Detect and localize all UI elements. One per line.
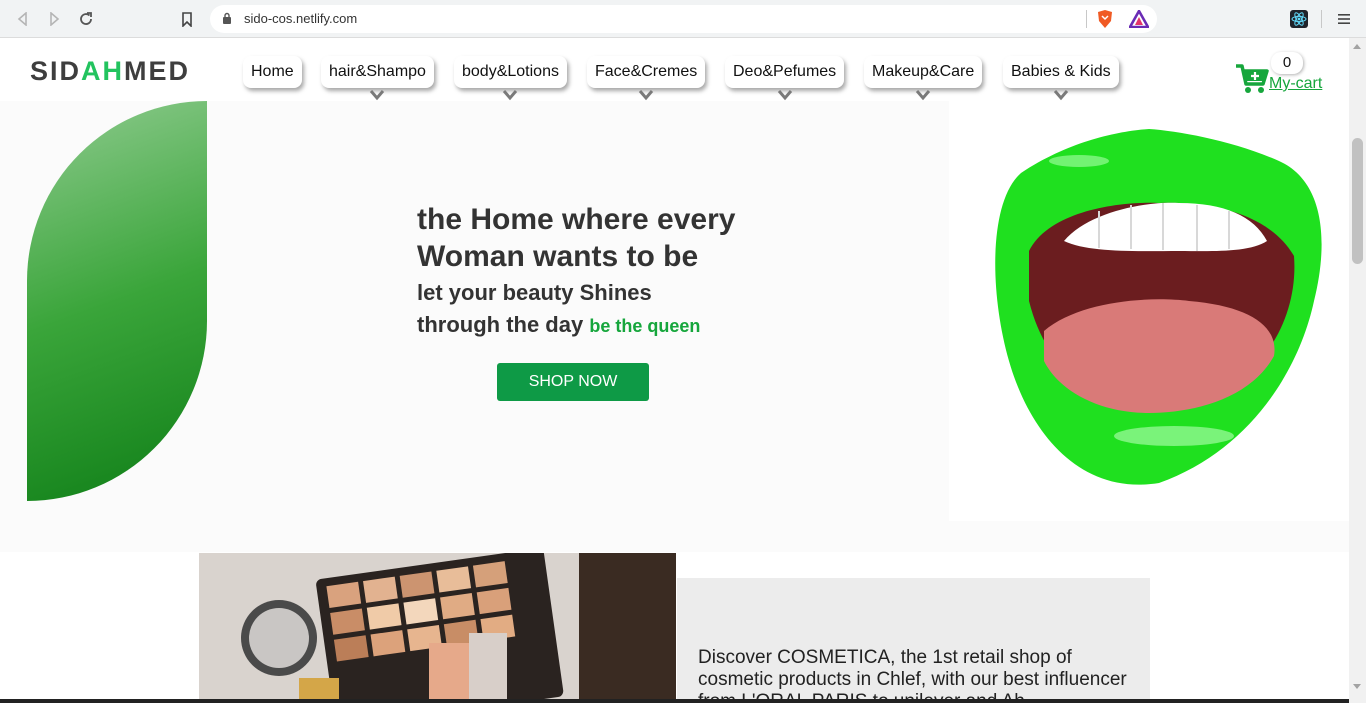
hero-subtitle-line-2: through the day be the queen: [417, 311, 735, 340]
chevron-down-icon[interactable]: [915, 88, 931, 102]
lock-icon: [222, 12, 232, 30]
brave-shield-icon[interactable]: [1095, 9, 1115, 29]
bottom-bar: [0, 699, 1349, 703]
nav-body-lotions[interactable]: body&Lotions: [454, 56, 567, 101]
nav-home-label: Home: [251, 63, 294, 80]
scroll-down-icon[interactable]: [1353, 684, 1361, 689]
address-bar[interactable]: sido-cos.netlify.com: [210, 5, 1157, 33]
brave-rewards-icon[interactable]: [1129, 9, 1149, 29]
hero-title-line-1: the Home where every: [417, 203, 736, 236]
address-divider: [1086, 10, 1087, 28]
react-devtools-icon[interactable]: [1289, 9, 1309, 29]
nav-deo-pefumes-label: Deo&Pefumes: [733, 63, 837, 80]
hero-subtitle-line-1: let your beauty Shines: [417, 280, 652, 305]
nav-makeup-care[interactable]: Makeup&Care: [864, 56, 983, 101]
makeup-palette-image: [199, 553, 676, 703]
chevron-down-icon[interactable]: [502, 88, 518, 102]
nav-babies-kids[interactable]: Babies & Kids: [1003, 56, 1119, 101]
chevron-down-icon[interactable]: [638, 88, 654, 102]
lips-image: [949, 101, 1349, 521]
logo-part-1: SID: [30, 56, 82, 86]
nav-makeup-care-label: Makeup&Care: [872, 63, 975, 80]
site-logo[interactable]: SIDAHMED: [30, 56, 190, 87]
chevron-down-icon[interactable]: [777, 88, 793, 102]
nav-hair-shampo-label: hair&Shampo: [329, 63, 426, 80]
page-scrollbar[interactable]: [1349, 38, 1366, 703]
my-cart-link[interactable]: My-cart: [1269, 75, 1322, 93]
nav-hair-shampo[interactable]: hair&Shampo: [321, 56, 434, 101]
nav-babies-kids-label: Babies & Kids: [1011, 63, 1111, 80]
back-icon[interactable]: [12, 8, 34, 30]
green-leaf-shape: [27, 101, 207, 501]
nav-face-cremes-label: Face&Cremes: [595, 63, 698, 80]
toolbar-divider: [1321, 10, 1322, 28]
cart-count-badge: 0: [1271, 52, 1303, 74]
shop-now-button[interactable]: SHOP NOW: [497, 363, 649, 401]
nav-home[interactable]: Home: [243, 56, 302, 88]
nav-face-cremes[interactable]: Face&Cremes: [587, 56, 706, 101]
hero-accent-text: be the queen: [589, 316, 701, 336]
url-text: sido-cos.netlify.com: [244, 11, 358, 26]
scroll-thumb[interactable]: [1352, 138, 1363, 264]
cart-icon[interactable]: [1235, 62, 1271, 99]
hero-section: the Home where every Woman wants to be l…: [0, 101, 1349, 552]
logo-part-2: AH: [81, 56, 125, 86]
nav-deo-pefumes[interactable]: Deo&Pefumes: [725, 56, 845, 101]
hero-subtitle-text: through the day: [417, 312, 584, 337]
browser-toolbar: sido-cos.netlify.com: [0, 0, 1366, 38]
chevron-down-icon[interactable]: [1053, 88, 1069, 102]
about-text: Discover COSMETICA, the 1st retail shop …: [698, 647, 1127, 703]
forward-icon[interactable]: [43, 8, 65, 30]
logo-part-3: MED: [124, 56, 191, 86]
site-header: SIDAHMED Home hair&Shampo body&Lotions F…: [0, 38, 1349, 101]
chevron-down-icon[interactable]: [369, 88, 385, 102]
menu-icon[interactable]: [1334, 9, 1354, 29]
reload-icon[interactable]: [75, 8, 97, 30]
bookmark-icon[interactable]: [176, 8, 198, 30]
hero-text: the Home where every Woman wants to be l…: [417, 201, 735, 340]
hero-title-line-2: Woman wants to be: [417, 240, 699, 273]
nav-body-lotions-label: body&Lotions: [462, 63, 559, 80]
about-panel: Discover COSMETICA, the 1st retail shop …: [677, 578, 1150, 703]
scroll-up-icon[interactable]: [1353, 44, 1361, 49]
